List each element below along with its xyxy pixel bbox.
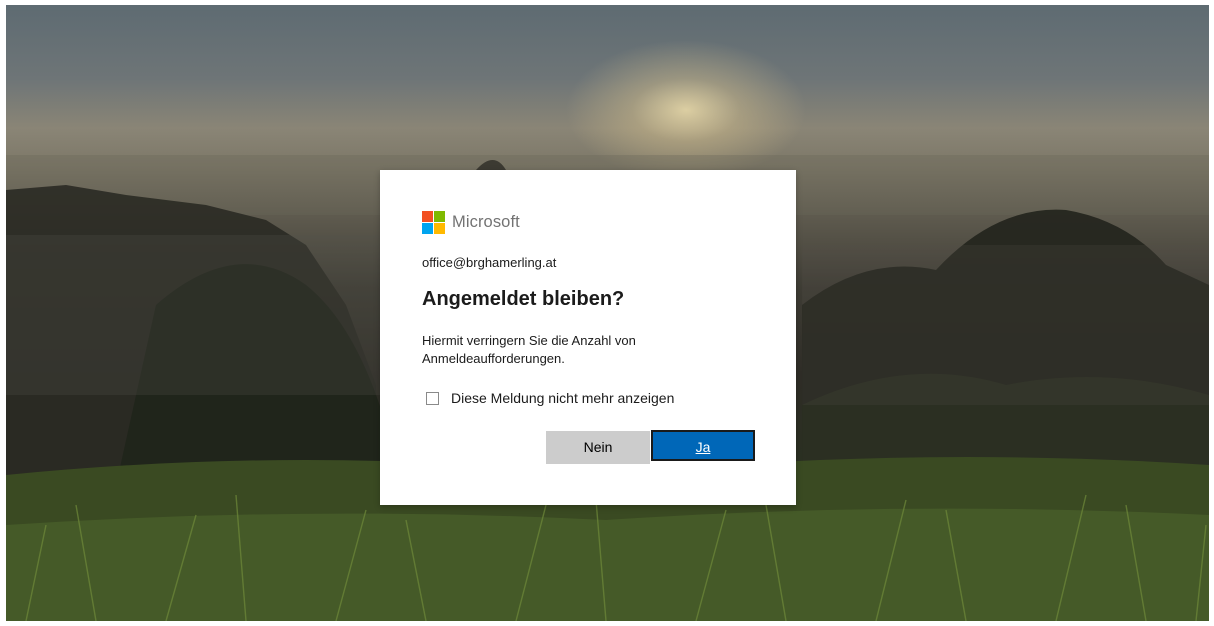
no-button[interactable]: Nein bbox=[546, 431, 650, 464]
logo-square-red bbox=[422, 211, 433, 222]
dialog-description: Hiermit verringern Sie die Anzahl von An… bbox=[422, 333, 636, 366]
dont-show-again-option[interactable]: Diese Meldung nicht mehr anzeigen bbox=[426, 390, 674, 406]
dont-show-again-checkbox[interactable] bbox=[426, 391, 439, 405]
logo-wordmark: Microsoft bbox=[452, 213, 520, 231]
microsoft-logo-icon bbox=[422, 211, 445, 234]
logo-square-blue bbox=[422, 223, 433, 234]
dont-show-again-label: Diese Meldung nicht mehr anzeigen bbox=[451, 390, 675, 406]
logo-square-yellow bbox=[434, 223, 445, 234]
microsoft-logo: Microsoft bbox=[422, 211, 520, 234]
logo-square-green bbox=[434, 211, 445, 222]
account-email: office@brghamerling.at bbox=[422, 255, 557, 270]
yes-button[interactable]: Ja bbox=[651, 430, 755, 461]
dialog-title: Angemeldet bleiben? bbox=[422, 288, 625, 310]
sign-in-dialog: Microsoft office@brghamerling.at Angemel… bbox=[380, 170, 796, 505]
